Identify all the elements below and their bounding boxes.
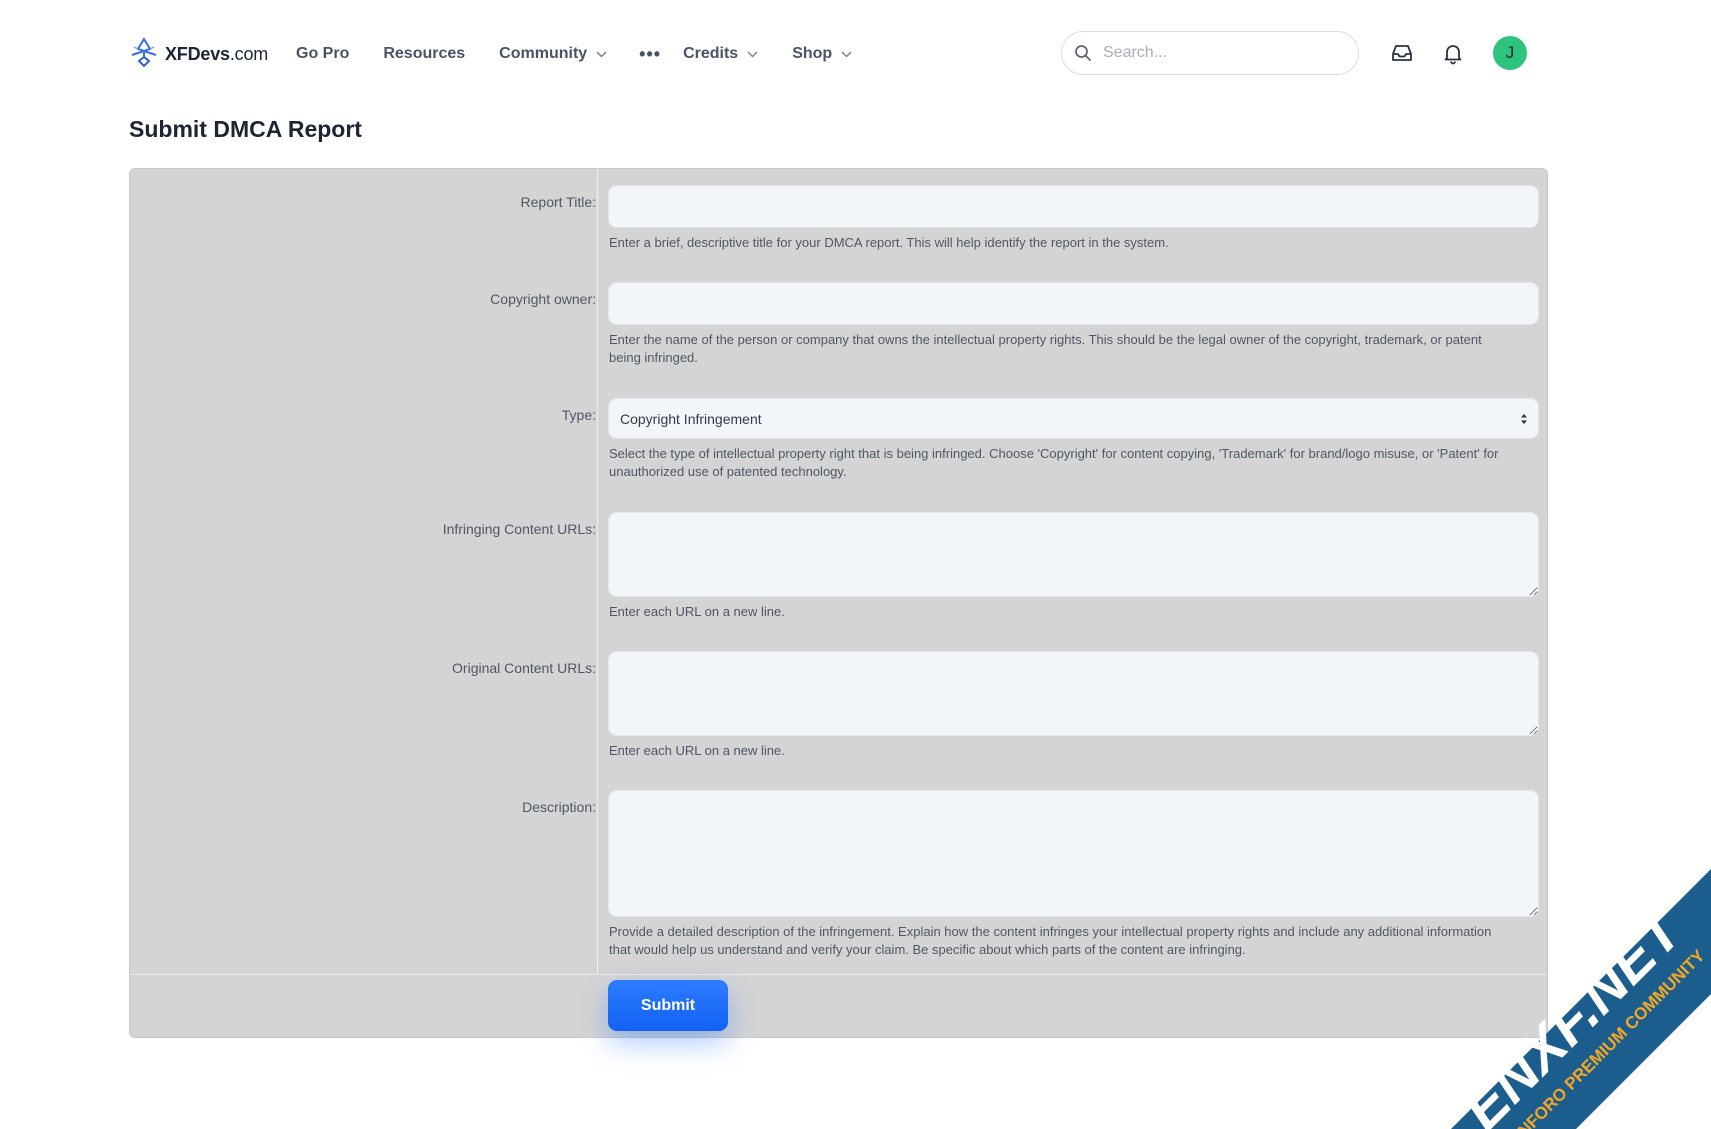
logo-icon [131, 37, 157, 68]
site-logo[interactable]: XFDevs.com [128, 37, 268, 71]
infringing-urls-textarea[interactable] [608, 512, 1539, 597]
select-arrows-icon [1521, 414, 1527, 424]
description-label: Description: [522, 799, 596, 815]
infringing-urls-label: Infringing Content URLs: [442, 521, 596, 537]
submit-button[interactable]: Submit [608, 980, 728, 1031]
chevron-down-icon [841, 50, 852, 58]
avatar[interactable]: J [1493, 36, 1527, 70]
dmca-report-form: Report Title: Enter a brief, descriptive… [129, 168, 1548, 1038]
type-label: Type: [561, 407, 596, 423]
nav-item-shop[interactable]: Shop [792, 45, 852, 63]
type-select[interactable]: Copyright Infringement [608, 398, 1539, 439]
nav-item-credits[interactable]: Credits [683, 45, 758, 63]
report-title-hint: Enter a brief, descriptive title for you… [609, 235, 1169, 250]
nav-more-button[interactable]: ••• [639, 44, 661, 65]
search-box[interactable] [1061, 31, 1359, 75]
original-urls-hint: Enter each URL on a new line. [609, 743, 785, 758]
nav-item-resources[interactable]: Resources [383, 45, 465, 63]
type-select-value: Copyright Infringement [620, 410, 762, 427]
original-urls-label: Original Content URLs: [452, 660, 596, 676]
page-title: Submit DMCA Report [129, 116, 362, 142]
chevron-down-icon [747, 50, 758, 58]
report-title-label: Report Title: [520, 194, 596, 210]
bell-icon[interactable] [1441, 41, 1465, 65]
copyright-owner-hint: Enter the name of the person or company … [609, 332, 1482, 365]
report-title-input[interactable] [608, 185, 1539, 228]
nav-item-community[interactable]: Community [499, 45, 607, 63]
main-nav: Go Pro Resources Community ••• Credits S… [296, 0, 886, 108]
copyright-owner-input[interactable] [608, 282, 1539, 325]
form-footer-divider [130, 974, 1547, 975]
logo-text: XFDevs.com [165, 43, 269, 64]
copyright-owner-label: Copyright owner: [490, 291, 596, 307]
nav-item-go-pro[interactable]: Go Pro [296, 45, 349, 63]
description-textarea[interactable] [608, 790, 1539, 917]
search-input[interactable] [1101, 43, 1345, 63]
original-urls-textarea[interactable] [608, 651, 1539, 736]
chevron-down-icon [596, 50, 607, 58]
top-navigation: XFDevs.com Go Pro Resources Community ••… [0, 0, 1711, 108]
infringing-urls-hint: Enter each URL on a new line. [609, 604, 785, 619]
type-hint: Select the type of intellectual property… [609, 446, 1499, 479]
label-column-divider [597, 169, 598, 974]
description-hint: Provide a detailed description of the in… [609, 924, 1492, 957]
search-icon [1075, 45, 1091, 61]
inbox-icon[interactable] [1390, 41, 1414, 65]
